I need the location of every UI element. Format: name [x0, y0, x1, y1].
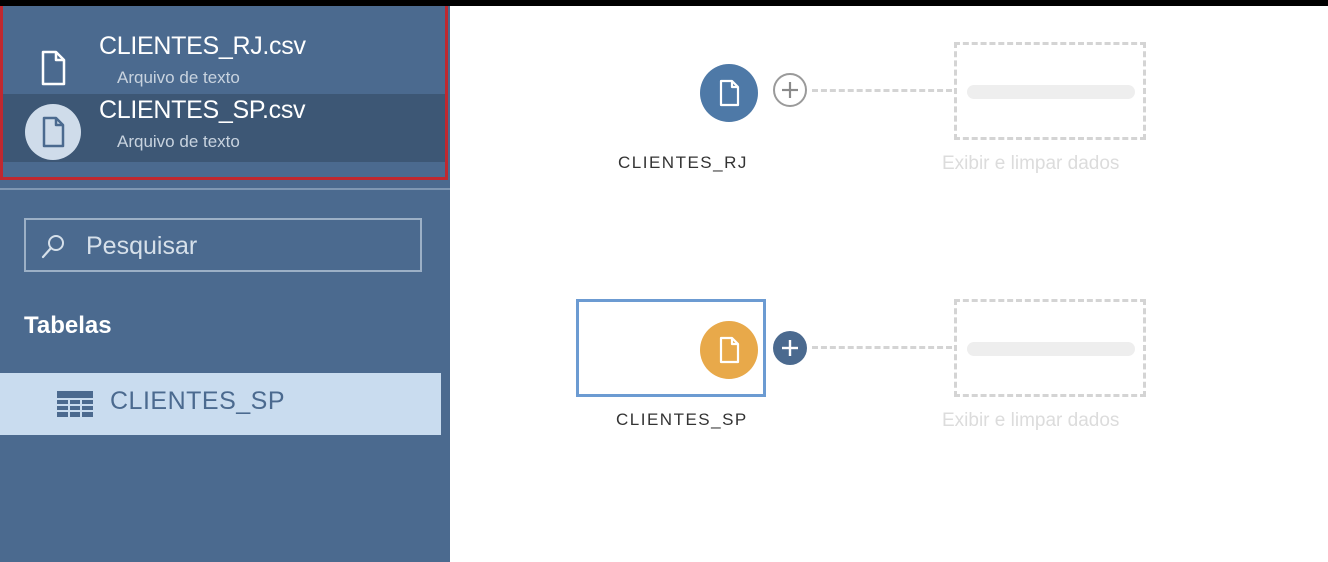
file-icon	[719, 79, 740, 107]
connection-type: Arquivo de texto	[117, 132, 240, 151]
plus-icon	[773, 73, 807, 107]
input-node-clientes-sp[interactable]	[700, 321, 758, 379]
connection-name: CLIENTES_RJ.csv	[99, 32, 306, 60]
search-icon	[38, 232, 68, 262]
placeholder-label: Exibir e limpar dados	[942, 410, 1120, 431]
add-step-button[interactable]	[772, 330, 808, 366]
sidebar-divider	[0, 188, 450, 190]
flow-connector	[812, 89, 952, 92]
search-input[interactable]	[86, 228, 406, 264]
search-box[interactable]	[24, 218, 422, 272]
placeholder-label: Exibir e limpar dados	[942, 153, 1120, 174]
node-label: CLIENTES_SP	[616, 410, 748, 429]
plus-icon	[773, 331, 807, 365]
tables-section-title: Tabelas	[24, 312, 112, 339]
step-placeholder[interactable]	[954, 42, 1146, 140]
flow-canvas[interactable]: CLIENTES_RJ Exibir e limpar dados CLIENT…	[450, 6, 1328, 562]
table-item-label: CLIENTES_SP	[110, 387, 286, 415]
input-node-clientes-rj[interactable]	[700, 64, 758, 122]
step-placeholder[interactable]	[954, 299, 1146, 397]
table-grid-icon	[56, 390, 94, 418]
node-label: CLIENTES_RJ	[618, 153, 748, 172]
connections-panel: CLIENTES_RJ.csv Arquivo de texto CLIENTE…	[0, 6, 448, 180]
connection-item-clientes-sp[interactable]: CLIENTES_SP.csv Arquivo de texto	[3, 94, 445, 162]
file-icon	[25, 40, 81, 96]
file-icon	[25, 104, 81, 160]
connection-type: Arquivo de texto	[117, 68, 240, 87]
file-icon	[719, 336, 740, 364]
connection-item-clientes-rj[interactable]: CLIENTES_RJ.csv Arquivo de texto	[3, 30, 445, 98]
add-step-button[interactable]	[772, 72, 808, 108]
flow-connector	[812, 346, 952, 349]
connection-name: CLIENTES_SP.csv	[99, 96, 306, 124]
table-item-clientes-sp[interactable]: CLIENTES_SP	[0, 373, 441, 435]
sidebar: CLIENTES_RJ.csv Arquivo de texto CLIENTE…	[0, 6, 450, 562]
